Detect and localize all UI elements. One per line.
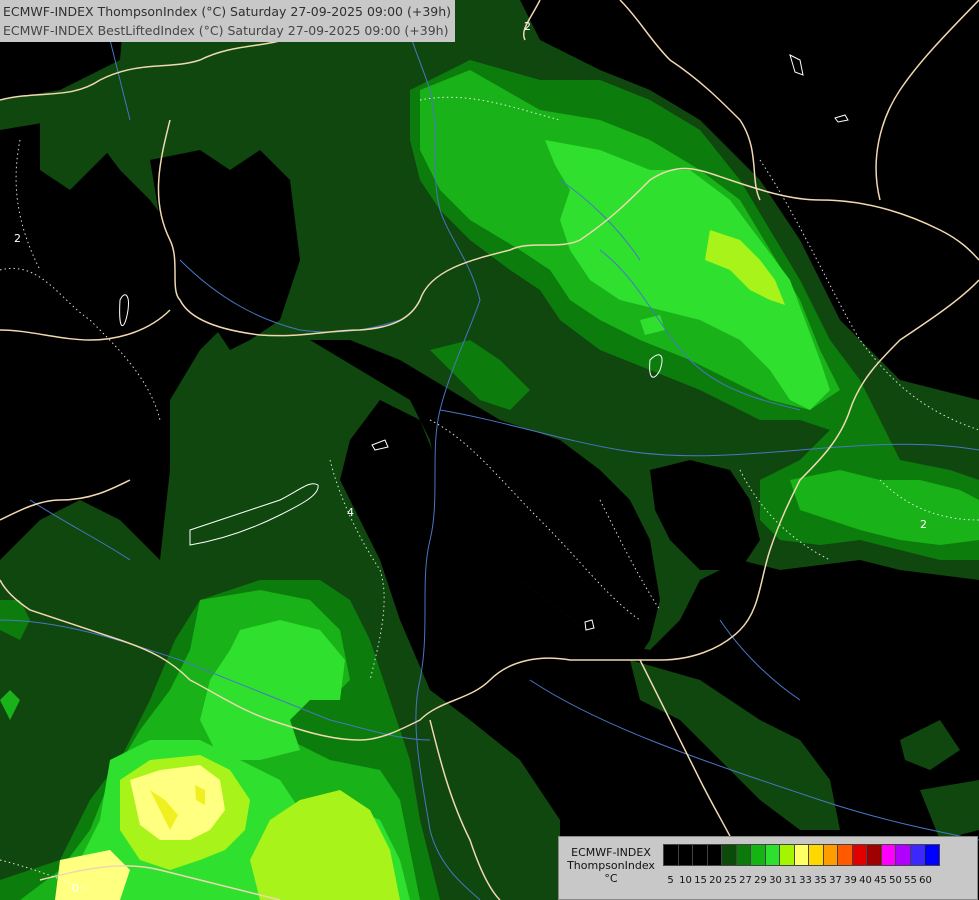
- map-title: ECMWF-INDEX ThompsonIndex (°C) Saturday …: [0, 0, 456, 42]
- contour-label: 0: [72, 882, 79, 895]
- legend-swatch: [764, 844, 780, 866]
- legend-swatch: [837, 844, 853, 866]
- contour-label: 2: [524, 20, 531, 33]
- legend-tick-label: 33: [799, 875, 812, 886]
- legend-tick-label: 40: [859, 875, 872, 886]
- legend-tick-label: 15: [694, 875, 707, 886]
- legend-swatch: [706, 844, 722, 866]
- weather-map: 2 4 0 2 2: [0, 0, 979, 900]
- legend-tick-label: 37: [829, 875, 842, 886]
- legend-tick-label: 5: [667, 875, 674, 886]
- title-line-bestlifted: ECMWF-INDEX BestLiftedIndex (°C) Saturda…: [3, 23, 449, 38]
- legend-title: ECMWF-INDEX ThompsonIndex °C: [563, 846, 659, 885]
- legend-model: ECMWF-INDEX: [571, 846, 651, 859]
- legend-unit: °C: [604, 872, 618, 885]
- legend-swatch: [793, 844, 809, 866]
- legend-tick-label: 30: [769, 875, 782, 886]
- legend-swatch: [866, 844, 882, 866]
- legend-tick-label: 29: [754, 875, 767, 886]
- legend-swatch: [909, 844, 925, 866]
- legend-ticks: 5 10 15 20 25 27 29 30 31 33 35 37 39 40 45 50 55 60: [663, 875, 933, 886]
- legend-tick-label: 50: [889, 875, 902, 886]
- legend-tick-label: 25: [724, 875, 737, 886]
- legend-swatch: [677, 844, 693, 866]
- legend-tick-label: 45: [874, 875, 887, 886]
- contour-label: 4: [347, 506, 354, 519]
- legend-swatch: [735, 844, 751, 866]
- contour-label: 2: [14, 232, 21, 245]
- legend-tick-label: 20: [709, 875, 722, 886]
- contour-label: 2: [920, 518, 927, 531]
- legend-swatch: [895, 844, 911, 866]
- legend-swatch: [663, 844, 679, 866]
- legend-tick-label: 27: [739, 875, 752, 886]
- legend-parameter: ThompsonIndex: [567, 859, 655, 872]
- legend-swatch: [808, 844, 824, 866]
- legend-tick-label: 55: [904, 875, 917, 886]
- legend-swatch: [750, 844, 766, 866]
- legend-swatch: [822, 844, 838, 866]
- legend-tick-label: 10: [679, 875, 692, 886]
- legend-swatches: [663, 844, 940, 866]
- title-line-thompson: ECMWF-INDEX ThompsonIndex (°C) Saturday …: [3, 4, 452, 19]
- legend-swatch: [851, 844, 867, 866]
- legend-swatch: [779, 844, 795, 866]
- legend-swatch: [721, 844, 737, 866]
- legend-tick-label: 60: [919, 875, 932, 886]
- legend-tick-label: 39: [844, 875, 857, 886]
- legend-swatch: [880, 844, 896, 866]
- legend-tick-label: 31: [784, 875, 797, 886]
- legend-swatch: [924, 844, 940, 866]
- legend-swatch: [692, 844, 708, 866]
- color-legend: ECMWF-INDEX ThompsonIndex °C 5 10 15 20 25 27…: [558, 836, 978, 900]
- legend-tick-label: 35: [814, 875, 827, 886]
